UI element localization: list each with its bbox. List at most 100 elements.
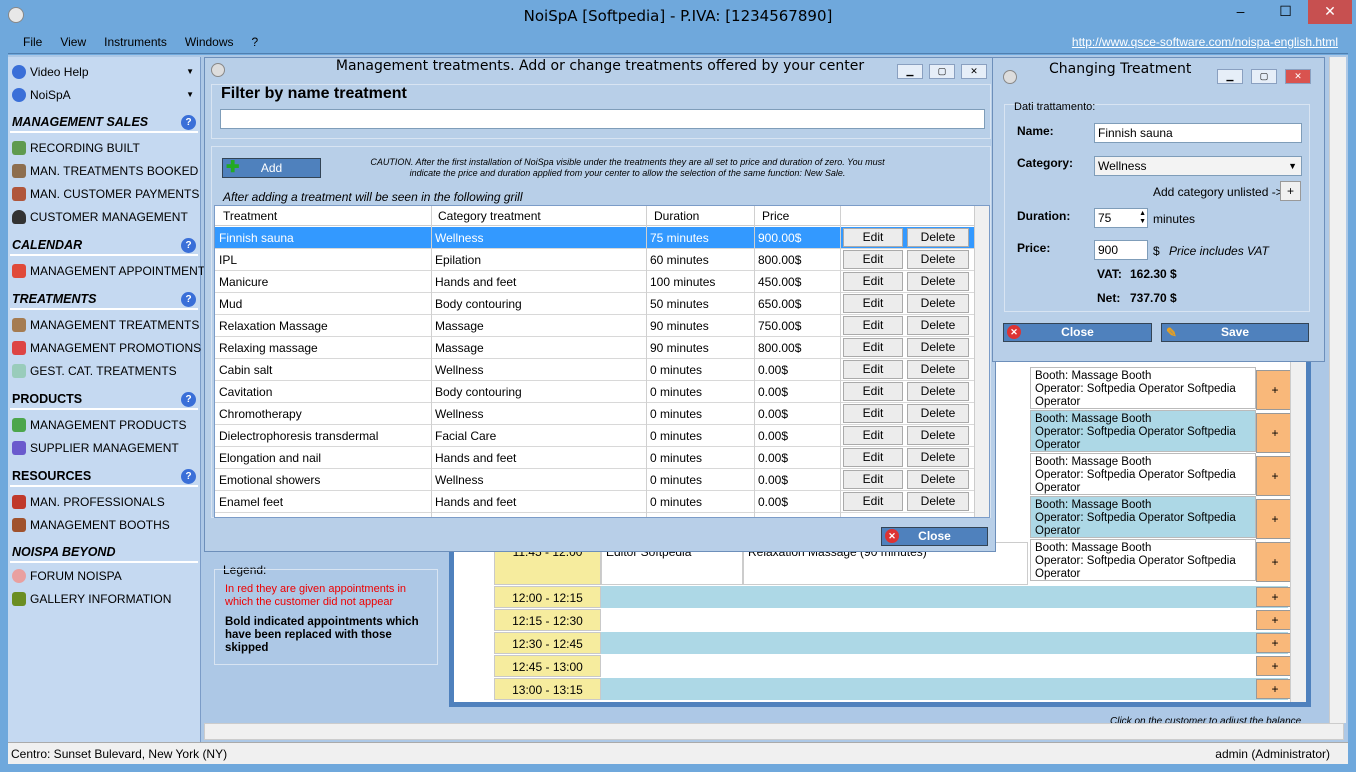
sidebar-item-promotions[interactable]: MANAGEMENT PROMOTIONS (10, 337, 201, 359)
delete-button[interactable]: Delete (907, 316, 969, 335)
save-button[interactable]: ✎ Save (1161, 323, 1309, 342)
help-icon[interactable]: ? (181, 238, 196, 253)
add-appointment-button[interactable]: + (1256, 610, 1294, 630)
table-row[interactable]: Manicure Hands and feet 100 minutes 450.00$… (215, 271, 975, 293)
edit-button[interactable]: Edit (843, 470, 903, 489)
delete-button[interactable]: Delete (907, 250, 969, 269)
sidebar-item-professionals[interactable]: MAN. PROFESSIONALS (10, 491, 198, 513)
schedule-scrollbar[interactable] (1290, 360, 1306, 702)
add-appointment-button[interactable]: + (1256, 456, 1294, 496)
maximize-button[interactable]: ▢ (929, 64, 955, 79)
filter-input[interactable] (220, 109, 985, 129)
sidebar-item-appointments[interactable]: MANAGEMENT APPOINTMENTS (10, 260, 213, 282)
sidebar-item-management-treatments[interactable]: MANAGEMENT TREATMENTS (10, 314, 199, 336)
add-treatment-button[interactable]: ✚ Add (222, 158, 321, 178)
column-header[interactable]: Treatment (223, 209, 277, 223)
table-row[interactable]: Chromotherapy Wellness 0 minutes 0.00$ Edit D… (215, 403, 975, 425)
edit-button[interactable]: Edit (843, 338, 903, 357)
sidebar-item-categories[interactable]: GEST. CAT. TREATMENTS (10, 360, 198, 382)
close-change-button[interactable]: ✕ Close (1003, 323, 1152, 342)
table-row[interactable]: Dielectrophoresis transdermal Facial Care… (215, 425, 975, 447)
edit-button[interactable]: Edit (843, 316, 903, 335)
sidebar-item-treatments-booked[interactable]: MAN. TREATMENTS BOOKED (10, 160, 198, 182)
table-row[interactable]: Cavitation Body contouring 0 minutes 0.00$ E… (215, 381, 975, 403)
duration-stepper[interactable]: 75 ▲ ▼ (1094, 208, 1148, 228)
price-input[interactable]: 900 (1094, 240, 1148, 260)
booth-cell[interactable]: Booth: Massage Booth Operator: Softpedia … (1030, 410, 1256, 452)
booth-cell[interactable]: Booth: Massage Booth Operator: Softpedia … (1030, 496, 1256, 538)
menu-windows[interactable]: Windows (176, 32, 243, 52)
grid-scrollbar[interactable] (974, 206, 989, 517)
table-row[interactable]: Finnish sauna Wellness 75 minutes 900.00$ Ed… (215, 227, 975, 249)
minimize-button[interactable]: ▁ (1217, 69, 1243, 84)
menu-view[interactable]: View (51, 32, 95, 52)
website-link[interactable]: http://www.qsce-software.com/noispa-engl… (1072, 35, 1338, 49)
delete-button[interactable]: Delete (907, 448, 969, 467)
table-row[interactable]: Relaxing massage Massage 90 minutes 800.00$… (215, 337, 975, 359)
close-treatments-button[interactable]: ✕ Close (881, 527, 988, 546)
sidebar-item-forum[interactable]: FORUM NOISPA (10, 565, 198, 587)
add-appointment-button[interactable]: + (1256, 679, 1294, 699)
sidebar-item-gallery[interactable]: GALLERY INFORMATION (10, 588, 198, 610)
table-row[interactable]: Enamel feet Hands and feet 0 minutes 0.00$ E… (215, 491, 975, 513)
add-appointment-button[interactable]: + (1256, 587, 1294, 607)
minimize-button[interactable]: – (1218, 0, 1263, 24)
edit-button[interactable]: Edit (843, 492, 903, 511)
sidebar-item-customer-payments[interactable]: MAN. CUSTOMER PAYMENTS (10, 183, 199, 205)
edit-button[interactable]: Edit (843, 426, 903, 445)
delete-button[interactable]: Delete (907, 272, 969, 291)
menu-instruments[interactable]: Instruments (95, 32, 176, 52)
add-appointment-button[interactable]: + (1256, 542, 1294, 582)
name-input[interactable]: Finnish sauna (1094, 123, 1302, 143)
maximize-button[interactable]: ▢ (1251, 69, 1277, 84)
delete-button[interactable]: Delete (907, 426, 969, 445)
sidebar-video-help[interactable]: Video Help ▼ (10, 61, 198, 83)
sidebar-item-customer-management[interactable]: CUSTOMER MANAGEMENT (10, 206, 198, 228)
delete-button[interactable]: Delete (907, 294, 969, 313)
add-appointment-button[interactable]: + (1256, 499, 1294, 539)
edit-button[interactable]: Edit (843, 382, 903, 401)
help-icon[interactable]: ? (181, 392, 196, 407)
delete-button[interactable]: Delete (907, 404, 969, 423)
table-row[interactable]: Relaxation Massage Massage 90 minutes 750.0… (215, 315, 975, 337)
sidebar-item-recording-built[interactable]: RECORDING BUILT (10, 137, 198, 159)
horizontal-scrollbar[interactable] (204, 723, 1344, 740)
edit-button[interactable]: Edit (843, 250, 903, 269)
table-row[interactable]: Cabin salt Wellness 0 minutes 0.00$ Edit Dele… (215, 359, 975, 381)
sidebar-noispa[interactable]: NoiSpA ▼ (10, 84, 198, 106)
close-icon[interactable]: ✕ (961, 64, 987, 79)
main-vertical-scrollbar[interactable] (1329, 57, 1346, 723)
help-icon[interactable]: ? (181, 469, 196, 484)
table-row[interactable]: Mud Body contouring 50 minutes 650.00$ Edit D… (215, 293, 975, 315)
column-header[interactable]: Category treatment (438, 209, 541, 223)
delete-button[interactable]: Delete (907, 360, 969, 379)
table-row[interactable]: Emotional showers Wellness 0 minutes 0.00$ E… (215, 469, 975, 491)
delete-button[interactable]: Delete (907, 492, 969, 511)
help-icon[interactable]: ? (181, 292, 196, 307)
close-icon[interactable]: ✕ (1285, 69, 1311, 84)
menu-file[interactable]: File (14, 32, 51, 52)
maximize-button[interactable]: ☐ (1263, 0, 1308, 24)
booth-cell[interactable]: Booth: Massage Booth Operator: Softpedia … (1030, 539, 1256, 581)
booth-cell[interactable]: Booth: Massage Booth Operator: Softpedia … (1030, 453, 1256, 495)
column-header[interactable]: Price (762, 209, 789, 223)
edit-button[interactable]: Edit (843, 448, 903, 467)
close-window-button[interactable]: ✕ (1308, 0, 1352, 24)
category-select[interactable]: Wellness ▼ (1094, 156, 1302, 176)
sidebar-item-products[interactable]: MANAGEMENT PRODUCTS (10, 414, 198, 436)
delete-button[interactable]: Delete (907, 470, 969, 489)
delete-button[interactable]: Delete (907, 338, 969, 357)
add-appointment-button[interactable]: + (1256, 370, 1294, 410)
table-row[interactable]: IPL Epilation 60 minutes 800.00$ Edit Delete (215, 249, 975, 271)
edit-button[interactable]: Edit (843, 294, 903, 313)
delete-button[interactable]: Delete (907, 228, 969, 247)
delete-button[interactable]: Delete (907, 382, 969, 401)
edit-button[interactable]: Edit (843, 272, 903, 291)
table-row[interactable]: Elongation and nail Hands and feet 0 minut… (215, 447, 975, 469)
column-header[interactable]: Duration (654, 209, 699, 223)
edit-button[interactable]: Edit (843, 360, 903, 379)
add-appointment-button[interactable]: + (1256, 656, 1294, 676)
add-appointment-button[interactable]: + (1256, 633, 1294, 653)
help-icon[interactable]: ? (181, 115, 196, 130)
add-category-button[interactable]: + (1280, 181, 1301, 201)
